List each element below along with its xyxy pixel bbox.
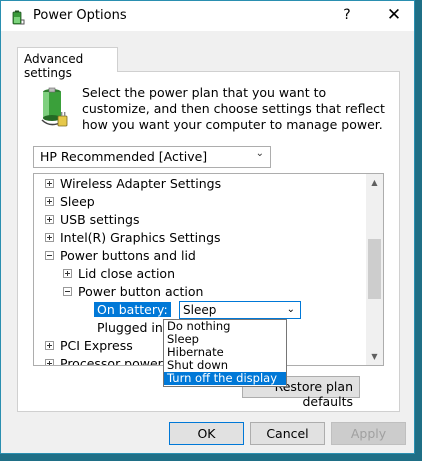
tree-item-on-battery[interactable]: On battery:	[94, 301, 171, 319]
on-battery-value: Sleep	[183, 303, 217, 317]
expand-plus-icon[interactable]	[63, 269, 72, 278]
tree-item-label: Processor power m	[60, 356, 179, 366]
tree-scrollbar[interactable]: ▲ ▼	[366, 174, 383, 365]
expand-plus-icon[interactable]	[45, 197, 54, 206]
tree-item-lid-close[interactable]: Lid close action	[63, 265, 175, 283]
collapse-minus-icon[interactable]	[63, 287, 72, 296]
plan-description: Select the power plan that you want to c…	[82, 85, 385, 132]
tree-item-pci-express[interactable]: PCI Express	[45, 337, 133, 355]
on-battery-label: On battery:	[94, 302, 171, 317]
scroll-thumb[interactable]	[368, 239, 381, 299]
title-bar[interactable]: Power Options ? ✕	[1, 1, 414, 31]
chevron-down-icon: ⌄	[255, 148, 264, 159]
expand-plus-icon[interactable]	[45, 215, 54, 224]
tree-item-label: USB settings	[60, 212, 140, 227]
battery-plug-icon	[41, 87, 68, 127]
tree-item-usb[interactable]: USB settings	[45, 211, 139, 229]
scroll-up-arrow-icon[interactable]: ▲	[366, 174, 383, 191]
tree-item-label: PCI Express	[60, 338, 133, 353]
apply-button[interactable]: Apply	[331, 422, 406, 445]
tree-item-wireless-adapter[interactable]: Wireless Adapter Settings	[45, 175, 221, 193]
expand-plus-icon[interactable]	[45, 359, 54, 365]
tree-item-label: Sleep	[60, 194, 95, 209]
window-title: Power Options	[33, 8, 127, 23]
cancel-button[interactable]: Cancel	[250, 422, 325, 445]
power-plan-select[interactable]: HP Recommended [Active] ⌄	[33, 146, 271, 168]
plugged-in-label: Plugged in:	[97, 320, 168, 335]
scroll-down-arrow-icon[interactable]: ▼	[366, 348, 383, 365]
dropdown-option-selected[interactable]: Turn off the display	[164, 372, 286, 385]
chevron-down-icon: ⌄	[286, 304, 295, 315]
tree-item-processor-power[interactable]: Processor power m	[45, 355, 179, 366]
help-button[interactable]: ?	[337, 7, 357, 23]
tree-item-intel-graphics[interactable]: Intel(R) Graphics Settings	[45, 229, 221, 247]
power-options-dialog: Power Options ? ✕ Advanced settings Sele…	[0, 0, 415, 454]
collapse-minus-icon[interactable]	[45, 251, 54, 260]
on-battery-dropdown-list[interactable]: Do nothing Sleep Hibernate Shut down Tur…	[163, 319, 287, 387]
tab-advanced-settings[interactable]: Advanced settings	[17, 47, 118, 80]
expand-plus-icon[interactable]	[45, 341, 54, 350]
power-plan-value: HP Recommended [Active]	[40, 149, 208, 164]
tree-item-label: Intel(R) Graphics Settings	[60, 230, 221, 245]
tree-item-power-buttons-lid[interactable]: Power buttons and lid	[45, 247, 196, 265]
on-battery-select[interactable]: Sleep ⌄	[179, 301, 301, 319]
tree-item-power-button-action[interactable]: Power button action	[63, 283, 203, 301]
close-button[interactable]: ✕	[382, 5, 406, 25]
expand-plus-icon[interactable]	[45, 233, 54, 242]
tree-item-label: Wireless Adapter Settings	[60, 176, 222, 191]
tree-item-plugged-in[interactable]: Plugged in:	[97, 319, 167, 337]
tree-item-label: Lid close action	[78, 266, 175, 281]
power-options-app-icon	[12, 10, 25, 25]
tree-item-sleep[interactable]: Sleep	[45, 193, 95, 211]
ok-button[interactable]: OK	[169, 422, 244, 445]
expand-plus-icon[interactable]	[45, 179, 54, 188]
tree-item-label: Power button action	[78, 284, 204, 299]
tree-item-label: Power buttons and lid	[60, 248, 196, 263]
